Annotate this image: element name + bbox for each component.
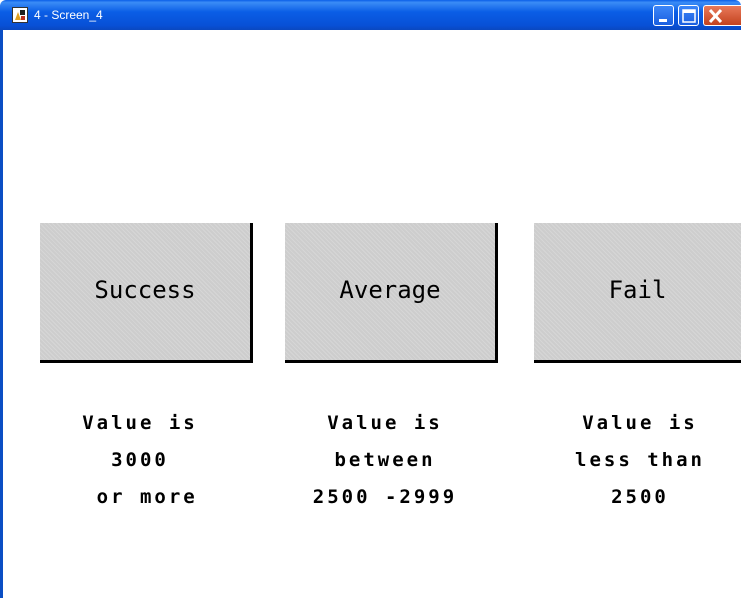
window: 4 - Screen_4 Success Average Fail Value … (0, 0, 741, 598)
success-desc-line: 3000 (111, 449, 169, 471)
fail-button-label: Fail (608, 276, 667, 304)
average-description: Value is between 2500 -2999 (285, 405, 485, 516)
fail-desc-line: Value is (582, 412, 698, 434)
average-button-label: Average (339, 276, 441, 304)
title-bar[interactable]: 4 - Screen_4 (0, 0, 741, 30)
success-button-label: Success (94, 276, 196, 304)
fail-button[interactable]: Fail (534, 223, 741, 363)
minimize-icon (659, 19, 667, 22)
app-icon[interactable] (12, 7, 28, 23)
fail-desc-line: less than (575, 449, 705, 471)
average-desc-line: Value is (327, 412, 443, 434)
close-button[interactable] (703, 5, 741, 26)
fail-description: Value is less than 2500 (540, 405, 740, 516)
close-icon (708, 8, 723, 24)
average-desc-line: 2500 -2999 (312, 486, 458, 508)
window-title: 4 - Screen_4 (34, 8, 103, 22)
maximize-icon (682, 9, 696, 23)
success-desc-line: or more (82, 486, 198, 508)
success-desc-line: Value is (82, 412, 198, 434)
maximize-button[interactable] (678, 5, 699, 26)
minimize-button[interactable] (653, 5, 674, 26)
average-desc-line: between (334, 449, 436, 471)
success-button[interactable]: Success (40, 223, 253, 363)
average-button[interactable]: Average (285, 223, 498, 363)
fail-desc-line: 2500 (611, 486, 669, 508)
success-description: Value is 3000 or more (40, 405, 240, 516)
